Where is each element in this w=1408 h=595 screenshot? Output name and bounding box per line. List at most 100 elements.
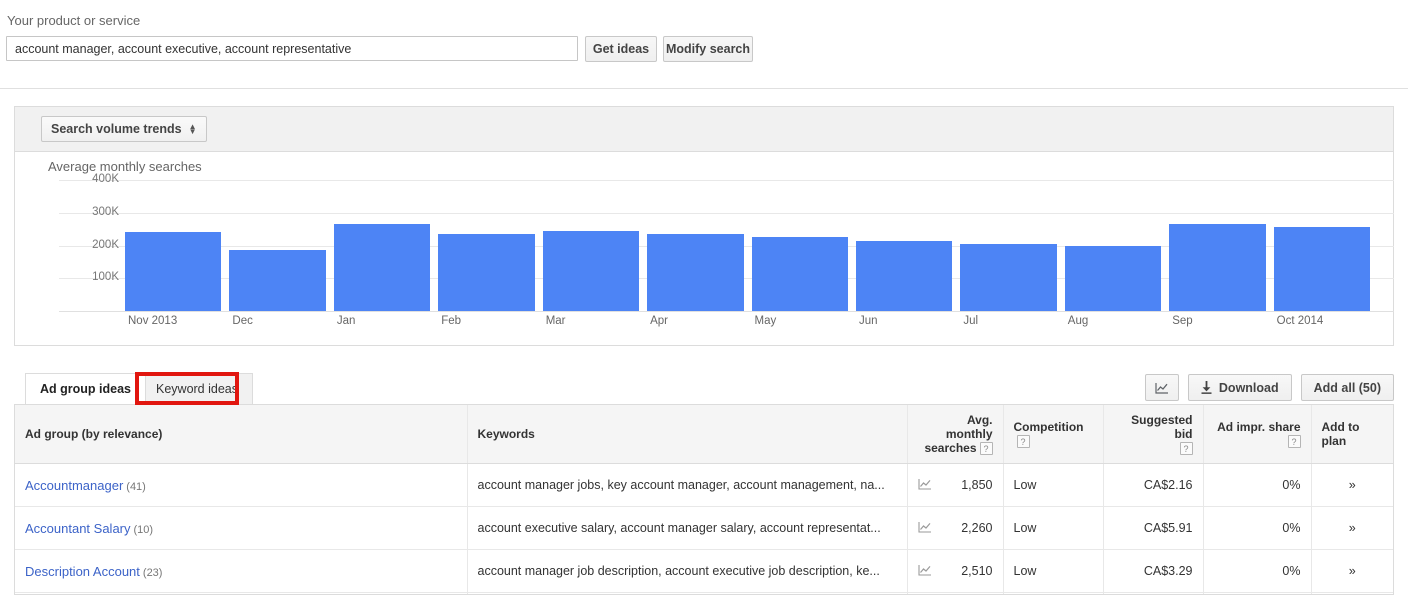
header-keywords[interactable]: Keywords: [466, 405, 907, 465]
help-icon[interactable]: ?: [979, 442, 993, 456]
chart-bar[interactable]: [438, 233, 535, 311]
search-volume-trends-select[interactable]: Search volume trends ▲ ▼: [41, 116, 207, 142]
x-axis-tick-label: Aug: [1067, 315, 1089, 327]
keyword-planner-page: Your product or service Get ideas Modify…: [0, 0, 1408, 595]
chart-bar-slot[interactable]: [542, 180, 640, 311]
bar-chart-plot: 100K 200K 300K 400K Nov 2013 Dec Jan Feb Mar Apr…: [15, 173, 1395, 339]
header-avg-monthly-searches-line1: Avg. monthly: [945, 413, 993, 441]
x-axis-tick-label: Jan: [336, 315, 356, 327]
add-all-button[interactable]: Add all (50): [1300, 374, 1394, 401]
avg-monthly-searches-value: 2,510: [961, 564, 993, 579]
chart-bar[interactable]: [333, 223, 431, 311]
chart-x-axis-labels: Nov 2013 Dec Jan Feb Mar Apr May Jun Jul Aug Sep Oc…: [125, 315, 1370, 333]
x-axis-tick-label: Mar: [545, 315, 566, 327]
header-ad-group[interactable]: Ad group (by relevance): [15, 405, 467, 465]
table-header-row: Ad group (by relevance) Keywords Avg. mo…: [15, 405, 1393, 465]
y-axis-tick-label: 200K: [92, 238, 119, 251]
search-area: Your product or service Get ideas Modify…: [0, 0, 1408, 89]
help-icon[interactable]: ?: [1179, 442, 1193, 456]
chart-toggle-button[interactable]: [1144, 374, 1179, 401]
chart-bar-slot[interactable]: [1273, 180, 1371, 311]
chart-bar-slot[interactable]: [855, 180, 953, 311]
chart-bar[interactable]: [1169, 223, 1266, 311]
download-icon: [1201, 381, 1212, 394]
header-competition[interactable]: Competition?: [1002, 405, 1103, 465]
chart-bar[interactable]: [751, 237, 848, 311]
help-icon[interactable]: ?: [1016, 435, 1030, 449]
chart-bar-slot[interactable]: [333, 180, 431, 311]
chart-title: Average monthly searches: [48, 159, 202, 174]
add-to-plan-button[interactable]: »: [1310, 463, 1393, 508]
keyword-ideas-table: Ad group (by relevance) Keywords Avg. mo…: [15, 405, 1393, 594]
search-volume-chart-panel: Search volume trends ▲ ▼ Average monthly …: [14, 106, 1394, 346]
ad-group-count: (23): [142, 566, 163, 579]
header-ad-impr-share[interactable]: Ad impr. share ?: [1202, 405, 1311, 465]
table-row[interactable]: Description Account (23) account manager j…: [15, 549, 1393, 594]
chart-bar[interactable]: [960, 243, 1057, 311]
chart-bar-slot[interactable]: [647, 180, 744, 311]
tab-keyword-ideas[interactable]: Keyword ideas: [141, 373, 253, 404]
chart-bar-slot[interactable]: [1169, 180, 1266, 311]
chart-bar[interactable]: [1064, 245, 1162, 311]
tab-ad-group-ideas[interactable]: Ad group ideas: [25, 373, 146, 404]
ad-group-link[interactable]: Accountmanager: [25, 478, 123, 493]
line-chart-icon: [1155, 382, 1169, 394]
x-axis-tick-label: Sep: [1172, 315, 1193, 327]
cell-avg-monthly-searches: 1,850: [906, 463, 1003, 508]
cell-suggested-bid: CA$2.16: [1102, 463, 1203, 508]
trend-chart-icon[interactable]: [917, 564, 932, 576]
ad-group-link[interactable]: Description Account: [25, 564, 140, 579]
chart-bar[interactable]: [125, 232, 222, 311]
chart-bar[interactable]: [1273, 226, 1371, 311]
header-suggested-bid[interactable]: Suggested bid ?: [1102, 405, 1203, 465]
y-axis-tick-label: 300K: [92, 205, 119, 218]
chart-bar[interactable]: [542, 231, 640, 311]
chart-bar[interactable]: [647, 234, 744, 311]
cell-suggested-bid: CA$5.91: [1102, 506, 1203, 551]
x-axis-tick-label: Oct 2014: [1276, 315, 1324, 327]
table-row[interactable]: Accountant Salary (10) account executive s…: [15, 506, 1393, 551]
chart-bar-slot[interactable]: [960, 180, 1057, 311]
cell-ad-impr-share: 0%: [1202, 549, 1311, 594]
chart-bar-slot[interactable]: [751, 180, 848, 311]
chart-bar-slot[interactable]: [229, 180, 326, 311]
chart-bar-slot[interactable]: [438, 180, 535, 311]
ad-group-count: (10): [133, 523, 154, 536]
cell-competition: Low: [1002, 549, 1103, 594]
search-input[interactable]: [6, 36, 578, 61]
cell-ad-group: Accountmanager (41): [15, 463, 467, 508]
table-row[interactable]: Accountmanager (41) account manager jobs, …: [15, 463, 1393, 508]
help-icon[interactable]: ?: [1287, 435, 1301, 449]
header-avg-monthly-searches[interactable]: Avg. monthly searches?: [906, 405, 1003, 465]
x-axis-tick-label: Nov 2013: [128, 315, 178, 327]
modify-search-button[interactable]: Modify search: [663, 36, 753, 62]
trend-chart-icon[interactable]: [917, 478, 932, 490]
cell-ad-group: Accountant Salary (10): [15, 506, 467, 551]
search-label: Your product or service: [7, 13, 141, 28]
x-axis-tick-label: Feb: [441, 315, 462, 327]
cell-keywords: account manager job description, account…: [466, 549, 907, 594]
keyword-ideas-table-wrap: Ad group (by relevance) Keywords Avg. mo…: [14, 405, 1394, 595]
avg-monthly-searches-value: 1,850: [961, 478, 993, 493]
header-ad-impr-share-label: Ad impr. share: [1217, 420, 1301, 434]
ad-group-count: (41): [126, 480, 146, 493]
chart-bar-slot[interactable]: [125, 180, 222, 311]
get-ideas-button[interactable]: Get ideas: [585, 36, 657, 62]
chart-bar[interactable]: [855, 240, 953, 311]
download-button[interactable]: Download: [1187, 374, 1292, 401]
header-add-to-plan: Add to plan: [1310, 405, 1393, 465]
header-avg-monthly-searches-line2: searches: [924, 441, 977, 455]
y-axis-tick-label: 400K: [92, 173, 119, 185]
add-to-plan-button[interactable]: »: [1310, 549, 1393, 594]
trend-chart-icon[interactable]: [917, 521, 932, 533]
cell-keywords: account manager jobs, key account manage…: [466, 463, 907, 508]
chart-baseline: [59, 311, 1394, 312]
updown-arrows-icon: ▲ ▼: [188, 122, 197, 136]
cell-ad-impr-share: 0%: [1202, 506, 1311, 551]
ad-group-link[interactable]: Accountant Salary: [25, 521, 131, 536]
chart-bar[interactable]: [229, 250, 326, 311]
table-body: Accountmanager (41) account manager jobs, …: [15, 463, 1393, 594]
x-axis-tick-label: Apr: [650, 315, 669, 327]
add-to-plan-button[interactable]: »: [1310, 506, 1393, 551]
chart-bar-slot[interactable]: [1064, 180, 1162, 311]
